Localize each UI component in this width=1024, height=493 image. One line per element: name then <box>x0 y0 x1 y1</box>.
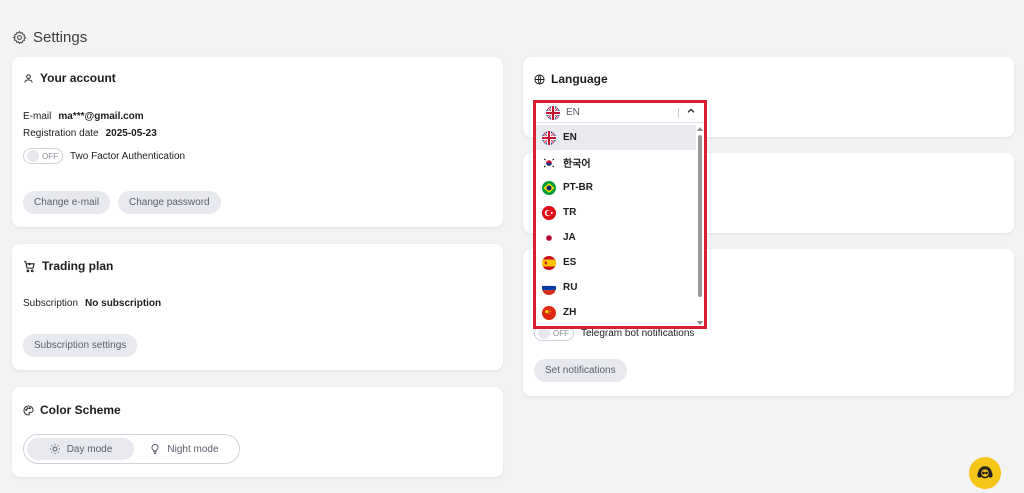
language-option-ru[interactable]: RU <box>536 275 696 300</box>
select-separator <box>678 108 679 118</box>
spain-flag-icon <box>542 255 556 270</box>
support-agent-icon <box>977 466 993 479</box>
china-flag-icon <box>542 305 556 320</box>
account-card: Your account E-mail ma***@gmail.com Regi… <box>12 57 503 227</box>
change-email-button[interactable]: Change e-mail <box>23 191 111 214</box>
uk-flag-icon <box>546 105 560 120</box>
two-factor-label: Two Factor Authentication <box>70 150 186 162</box>
toggle-knob <box>27 150 39 162</box>
uk-flag-icon <box>542 130 556 145</box>
night-mode-option[interactable]: Night mode <box>134 438 234 460</box>
chevron-up-icon[interactable] <box>686 106 696 116</box>
language-select[interactable]: EN EN 한국어 PT-BR TR JA ES RU ZH <box>533 100 707 329</box>
registration-row: Registration date 2025-05-23 <box>23 128 157 139</box>
help-chat-button[interactable] <box>969 457 1001 489</box>
sun-icon <box>49 444 60 454</box>
language-options-list: EN 한국어 PT-BR TR JA ES RU ZH <box>536 125 696 325</box>
japan-flag-icon <box>542 230 556 245</box>
language-scrollbar[interactable] <box>696 125 704 327</box>
color-scheme-switch: Day mode Night mode <box>23 434 240 464</box>
two-factor-toggle[interactable]: OFF <box>23 148 63 164</box>
scroll-thumb[interactable] <box>698 135 702 297</box>
color-scheme-card: Color Scheme Day mode Night mode <box>12 387 503 477</box>
subscription-label: Subscription <box>23 298 79 309</box>
page-title: Settings <box>12 29 87 46</box>
registration-label: Registration date <box>23 128 99 139</box>
toggle-state: OFF <box>42 151 58 161</box>
day-mode-option[interactable]: Day mode <box>27 438 134 460</box>
email-label: E-mail <box>23 111 52 122</box>
telegram-label: Telegram bot notifications <box>581 327 695 339</box>
email-row: E-mail ma***@gmail.com <box>23 111 144 122</box>
language-option-tr[interactable]: TR <box>536 200 696 225</box>
user-icon <box>24 73 33 83</box>
gear-icon <box>12 30 27 45</box>
registration-value: 2025-05-23 <box>105 128 157 139</box>
color-scheme-title: Color Scheme <box>23 403 121 417</box>
cart-icon <box>24 260 35 272</box>
two-factor-row: OFF Two Factor Authentication <box>23 148 185 164</box>
language-option-pt-br[interactable]: PT-BR <box>536 175 696 200</box>
language-selected-value: EN <box>566 107 580 118</box>
email-value: ma***@gmail.com <box>58 111 144 122</box>
language-option-zh[interactable]: ZH <box>536 300 696 325</box>
bulb-icon <box>151 443 159 454</box>
scroll-up-arrow-icon[interactable] <box>697 127 703 131</box>
language-option-es[interactable]: ES <box>536 250 696 275</box>
palette-icon <box>23 404 34 416</box>
scroll-down-arrow-icon[interactable] <box>697 321 703 325</box>
turkey-flag-icon <box>542 205 556 220</box>
language-option-ko[interactable]: 한국어 <box>536 150 696 175</box>
subscription-value: No subscription <box>85 298 162 309</box>
language-option-en[interactable]: EN <box>536 125 696 150</box>
language-title: Language <box>534 72 608 86</box>
language-select-head[interactable]: EN <box>536 103 704 123</box>
toggle-state: OFF <box>553 328 569 338</box>
language-option-ja[interactable]: JA <box>536 225 696 250</box>
subscription-row: Subscription No subscription <box>23 298 161 309</box>
change-password-button[interactable]: Change password <box>118 191 221 214</box>
subscription-settings-button[interactable]: Subscription settings <box>23 334 138 357</box>
set-notifications-button[interactable]: Set notifications <box>534 359 627 382</box>
trading-plan-card: Trading plan Subscription No subscriptio… <box>12 244 503 370</box>
globe-icon <box>534 73 545 85</box>
account-card-title: Your account <box>23 71 116 85</box>
trading-plan-title: Trading plan <box>23 259 113 273</box>
korea-flag-icon <box>542 155 556 170</box>
russia-flag-icon <box>542 280 556 295</box>
brazil-flag-icon <box>542 180 556 195</box>
